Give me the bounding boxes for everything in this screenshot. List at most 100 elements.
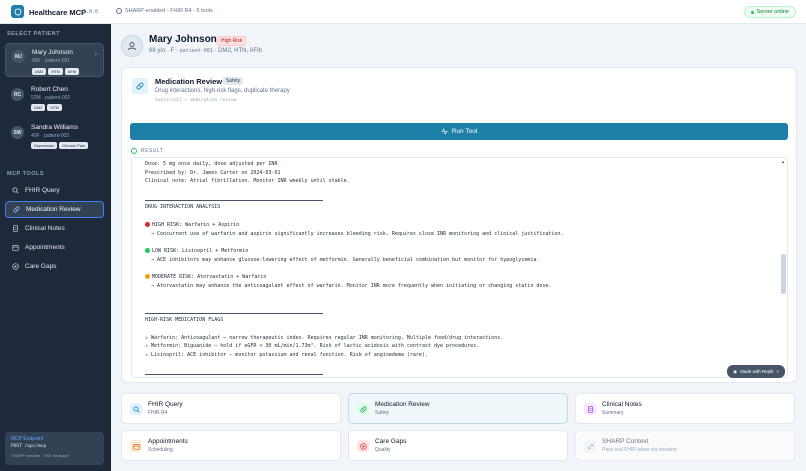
- avatar: RC: [11, 88, 24, 101]
- tool-label: Care Gaps: [25, 263, 57, 270]
- mcp-endpoint-info: MCP Endpoint POST /api/mcp SHARP headers…: [5, 432, 104, 465]
- tools-heading: MCP TOOLS: [7, 171, 44, 177]
- patient-item-mary-johnson[interactable]: MJ Mary Johnson 68F · patient-001 DM2 HT…: [5, 43, 104, 77]
- card-title: Appointments: [148, 438, 188, 445]
- patient-conditions: · DM2, HTN, AFib: [214, 48, 262, 54]
- status-text: SHARP-enabled · FHIR R4 · 5 tools: [125, 8, 213, 14]
- card-title: SHARP Context: [602, 438, 649, 445]
- interaction-line: LOW RISK: Lisinopril + Metformin: [145, 247, 775, 256]
- patient-item-sandra-williams[interactable]: SW Sandra Williams 40F · patient-003 Dep…: [5, 121, 104, 153]
- card-clinical-notes[interactable]: Clinical Notes Summary: [575, 393, 795, 424]
- card-title: FHIR Query: [148, 401, 183, 408]
- divider: [145, 308, 775, 317]
- tool-clinical-notes[interactable]: Clinical Notes: [5, 220, 104, 237]
- condition-tag: DM2: [32, 68, 47, 75]
- patient-name: Sandra Williams: [31, 124, 78, 131]
- result-line: Clinical note: Atrial fibrillation. Moni…: [145, 178, 350, 185]
- chevron-right-icon: ›: [94, 51, 97, 58]
- card-care-gaps[interactable]: Care Gaps Quality: [348, 430, 568, 461]
- result-heading: RESULT: [131, 148, 163, 154]
- target-icon: [357, 440, 369, 452]
- server-status-text: Server online: [756, 9, 789, 15]
- tool-appointments[interactable]: Appointments: [5, 239, 104, 256]
- scrollbar[interactable]: ▲: [781, 159, 786, 376]
- calendar-icon: [12, 245, 19, 251]
- divider: [145, 195, 775, 204]
- condition-tag: Chronic Pain: [59, 142, 89, 149]
- top-bar: Healthcare MCP v1.0.0 SHARP-enabled · FH…: [0, 0, 806, 24]
- condition-tag: Depression: [31, 142, 58, 149]
- result-line: Dose: 5 mg once daily, dose adjusted per…: [145, 161, 278, 167]
- patient-name-heading: Mary Johnson: [149, 34, 217, 45]
- divider: [145, 369, 775, 378]
- patient-id: patient-001: [179, 48, 213, 54]
- tool-care-gaps[interactable]: Care Gaps: [5, 258, 104, 275]
- endpoint-path: POST /api/mcp: [11, 444, 47, 449]
- patient-meta: 68F · patient-001: [32, 58, 71, 64]
- card-subtitle: Quality: [375, 447, 391, 453]
- card-appointments[interactable]: Appointments Scheduling: [121, 430, 341, 461]
- app-version: v1.0.0: [80, 9, 99, 15]
- endpoint-sub: SHARP headers · SSE transport: [11, 453, 69, 458]
- card-subtitle: Safety: [375, 410, 390, 416]
- avatar: SW: [11, 126, 24, 139]
- card-fhir-query[interactable]: FHIR Query FHIR R4: [121, 393, 341, 424]
- condition-tag: HTN: [48, 68, 63, 75]
- result-line: → ACE inhibitors may enhance glucose-low…: [145, 256, 540, 263]
- run-tool-button[interactable]: Run Tool: [130, 123, 788, 140]
- replit-icon: ◉: [733, 368, 738, 374]
- interaction-line: HIGH RISK: Warfarin + Aspirin: [145, 221, 775, 230]
- document-icon: [13, 225, 18, 232]
- link-icon: [584, 440, 596, 452]
- shield-icon: [11, 5, 24, 18]
- result-line: → Concurrent use of warfarin and aspirin…: [145, 230, 564, 237]
- patient-header: Mary Johnson High Risk 68 y/o · F · pati…: [121, 33, 797, 59]
- result-output[interactable]: Dose: 5 mg once daily, dose adjusted per…: [131, 157, 788, 378]
- user-icon: [121, 35, 143, 57]
- result-label: RESULT: [141, 148, 164, 154]
- card-subtitle: FHIR R4: [148, 410, 168, 416]
- connection-status: SHARP-enabled · FHIR R4 · 5 tools: [116, 8, 213, 14]
- scroll-up-icon[interactable]: ▲: [781, 159, 785, 164]
- patient-item-robert-chen[interactable]: RC Robert Chen 52M · patient-002 DM2 HTN: [5, 83, 104, 115]
- patient-meta: 40F · patient-003: [31, 133, 70, 139]
- sidebar: SELECT PATIENT MJ Mary Johnson 68F · pat…: [0, 24, 111, 471]
- section-heading: HIGH-RISK MEDICATION FLAGS: [145, 317, 224, 324]
- scrollbar-thumb[interactable]: [781, 254, 786, 294]
- search-icon: [12, 187, 19, 194]
- tool-badge: Safety: [223, 77, 244, 85]
- patient-demographics: 68 y/o · F ·: [149, 48, 179, 54]
- tool-fhir-query[interactable]: FHIR Query: [5, 182, 104, 199]
- close-icon[interactable]: ×: [776, 369, 779, 374]
- pill-icon: [357, 403, 369, 415]
- card-medication-review[interactable]: Medication Review Safety: [348, 393, 568, 424]
- low-risk-icon: [145, 247, 150, 253]
- tool-call: tools/call → medication_review: [155, 98, 237, 103]
- condition-tag: DM2: [31, 104, 46, 111]
- tool-medication-review[interactable]: Medication Review: [5, 201, 104, 218]
- document-icon: [584, 403, 596, 415]
- app-title: Healthcare MCP: [29, 8, 87, 17]
- made-with-replit-badge[interactable]: ◉ Made with Replit ×: [727, 365, 785, 378]
- card-title: Clinical Notes: [602, 401, 642, 408]
- tool-label: Medication Review: [26, 206, 81, 213]
- tool-label: Appointments: [25, 244, 65, 251]
- made-with-label: Made with Replit: [740, 369, 774, 374]
- high-risk-icon: [145, 221, 150, 227]
- moderate-risk-icon: [145, 273, 150, 279]
- status-icon: [116, 8, 122, 14]
- pill-icon: [132, 78, 148, 94]
- endpoint-title: MCP Endpoint: [11, 436, 44, 442]
- patient-summary: 68 y/o · F · patient-001 · DM2, HTN, AFi…: [149, 48, 262, 54]
- result-line: ⚠ Metformin: Biguanide — hold if eGFR < …: [145, 343, 480, 350]
- run-tool-label: Run Tool: [451, 128, 478, 135]
- card-subtitle: Scheduling: [148, 447, 173, 453]
- patient-name: Mary Johnson: [32, 49, 73, 56]
- check-circle-icon: [131, 148, 137, 154]
- tool-description: Drug interactions, high-risk flags, dupl…: [155, 88, 290, 94]
- condition-tag: HTN: [47, 104, 62, 111]
- tool-label: Clinical Notes: [25, 225, 65, 232]
- risk-badge: High Risk: [217, 36, 247, 46]
- condition-tag: AFib: [64, 68, 79, 75]
- calendar-icon: [130, 440, 142, 452]
